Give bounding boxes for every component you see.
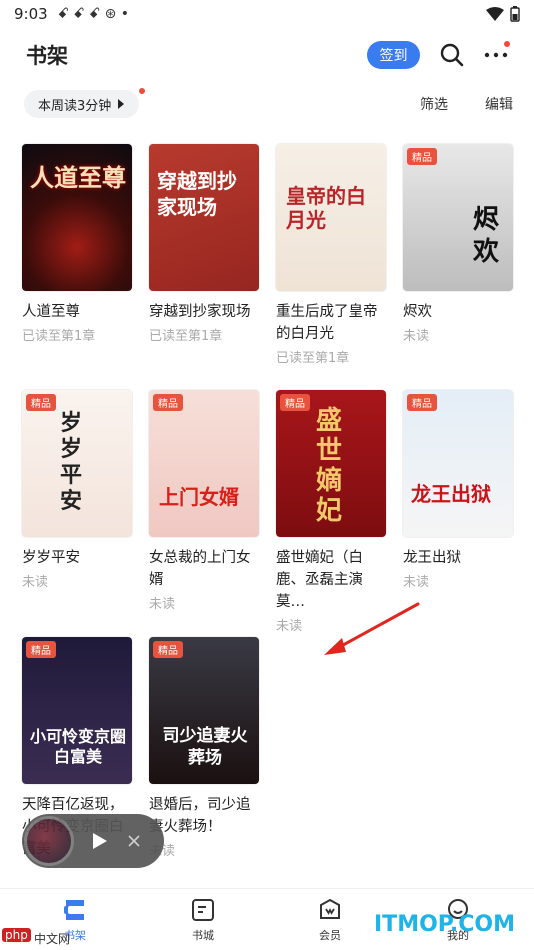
bookstore-icon — [192, 899, 214, 921]
chevron-right-icon — [118, 99, 125, 109]
nav-item-bookstore[interactable]: 书城 — [173, 897, 233, 943]
reading-notification-dot — [139, 88, 145, 94]
book-cover[interactable]: 精品 盛世嫡妃 — [276, 390, 386, 537]
battery-icon — [510, 6, 520, 22]
book-item[interactable]: 人道至尊 人道至尊 已读至第1章 — [22, 144, 134, 344]
book-item[interactable]: 精品 盛世嫡妃 盛世嫡妃（白鹿、丞磊主演莫… 未读 — [276, 390, 388, 634]
cover-text: 司少追妻火葬场 — [162, 726, 248, 768]
book-item[interactable]: 精品 上门女婿 女总裁的上门女婿 未读 — [149, 390, 261, 612]
book-cover[interactable]: 精品 司少追妻火葬场 — [149, 637, 259, 784]
book-cover[interactable]: 精品 烬欢 — [403, 144, 513, 291]
watermark: ITMOP.COM — [374, 912, 515, 937]
close-icon — [128, 834, 140, 847]
cover-text: 人道至尊 — [30, 163, 126, 192]
play-button[interactable] — [92, 832, 110, 850]
weekly-reading-button[interactable]: 本周读3分钟 — [24, 90, 140, 118]
php-watermark-text: 中文网 — [34, 932, 71, 946]
book-title: 穿越到抄家现场 — [149, 304, 251, 320]
search-button[interactable] — [438, 41, 466, 69]
book-cover[interactable]: 皇帝的白月光 — [276, 144, 386, 291]
mini-player-cover[interactable] — [24, 816, 74, 866]
book-status: 未读 — [149, 597, 176, 612]
wifi-icon — [486, 7, 504, 21]
book-status: 已读至第1章 — [276, 351, 350, 366]
book-status: 未读 — [149, 844, 176, 859]
book-item[interactable]: 精品 烬欢 烬欢 未读 — [403, 144, 515, 344]
book-status: 未读 — [403, 329, 430, 344]
premium-badge: 精品 — [153, 641, 183, 658]
cover-text: 盛世嫡妃 — [316, 406, 343, 526]
book-title: 退婚后，司少追妻火葬场！ — [149, 797, 251, 835]
book-cover[interactable]: 精品 岁岁平安 — [22, 390, 132, 537]
mini-player[interactable] — [22, 814, 164, 868]
cover-text: 小可怜变京圈白富美 — [29, 727, 126, 766]
book-cover[interactable]: 精品 小可怜变京圈白富美 — [22, 637, 132, 784]
book-title: 女总裁的上门女婿 — [149, 550, 251, 588]
book-title: 重生后成了皇帝的白月光 — [276, 304, 378, 342]
page-title: 书架 — [26, 44, 68, 68]
close-player-button[interactable] — [128, 832, 140, 851]
php-watermark: php — [2, 928, 31, 942]
premium-badge: 精品 — [407, 394, 437, 411]
premium-badge: 精品 — [26, 641, 56, 658]
nav-item-vip[interactable]: 会员 — [300, 897, 360, 943]
annotation-arrow — [324, 602, 420, 655]
nav-label: 会员 — [319, 929, 341, 942]
cover-text: 烬欢 — [473, 205, 500, 267]
search-icon — [440, 43, 464, 67]
edit-button[interactable]: 编辑 — [485, 94, 513, 114]
book-cover[interactable]: 精品 上门女婿 — [149, 390, 259, 537]
book-cover[interactable]: 精品 龙王出狱 — [403, 390, 513, 537]
weekly-reading-label: 本周读3分钟 — [38, 98, 112, 114]
book-title: 烬欢 — [403, 304, 432, 320]
header: 书架 签到 — [0, 36, 534, 76]
cover-text: 龙王出狱 — [411, 482, 491, 506]
book-status: 已读至第1章 — [22, 329, 96, 344]
checkin-button[interactable]: 签到 — [367, 41, 420, 69]
premium-badge: 精品 — [280, 394, 310, 411]
premium-badge: 精品 — [407, 148, 437, 165]
premium-badge: 精品 — [26, 394, 56, 411]
book-status: 已读至第1章 — [149, 329, 223, 344]
cover-text: 上门女婿 — [159, 485, 239, 509]
status-time: 9:03 — [14, 5, 48, 23]
book-title: 龙王出狱 — [403, 550, 461, 566]
play-icon — [93, 833, 107, 849]
filter-button[interactable]: 筛选 — [420, 94, 448, 114]
book-item[interactable]: 穿越到抄家现场 穿越到抄家现场 已读至第1章 — [149, 144, 261, 344]
vip-icon — [320, 898, 340, 919]
status-right — [486, 6, 520, 22]
book-item[interactable]: 精品 岁岁平安 岁岁平安 未读 — [22, 390, 134, 590]
notification-icons: ꗃ ꗃ ꗃ ⊛ • — [57, 6, 130, 22]
notification-dot — [504, 41, 510, 47]
book-status: 未读 — [22, 575, 49, 590]
premium-badge: 精品 — [153, 394, 183, 411]
book-item[interactable]: 精品 龙王出狱 龙王出狱 未读 — [403, 390, 515, 590]
bookshelf-icon — [64, 900, 84, 920]
book-cover[interactable]: 人道至尊 — [22, 144, 132, 291]
book-item[interactable]: 皇帝的白月光 重生后成了皇帝的白月光 已读至第1章 — [276, 144, 388, 366]
book-title: 岁岁平安 — [22, 550, 80, 566]
nav-label: 书城 — [192, 929, 214, 942]
book-cover[interactable]: 穿越到抄家现场 — [149, 144, 259, 291]
book-status: 未读 — [403, 575, 430, 590]
cover-text: 穿越到抄家现场 — [157, 169, 237, 219]
cover-text: 皇帝的白月光 — [286, 184, 366, 232]
book-title: 人道至尊 — [22, 304, 80, 320]
more-icon — [484, 52, 508, 58]
status-bar: 9:03 ꗃ ꗃ ꗃ ⊛ • — [0, 0, 534, 28]
cover-text: 岁岁平安 — [60, 410, 83, 514]
book-item[interactable]: 精品 司少追妻火葬场 退婚后，司少追妻火葬场！ 未读 — [149, 637, 261, 859]
